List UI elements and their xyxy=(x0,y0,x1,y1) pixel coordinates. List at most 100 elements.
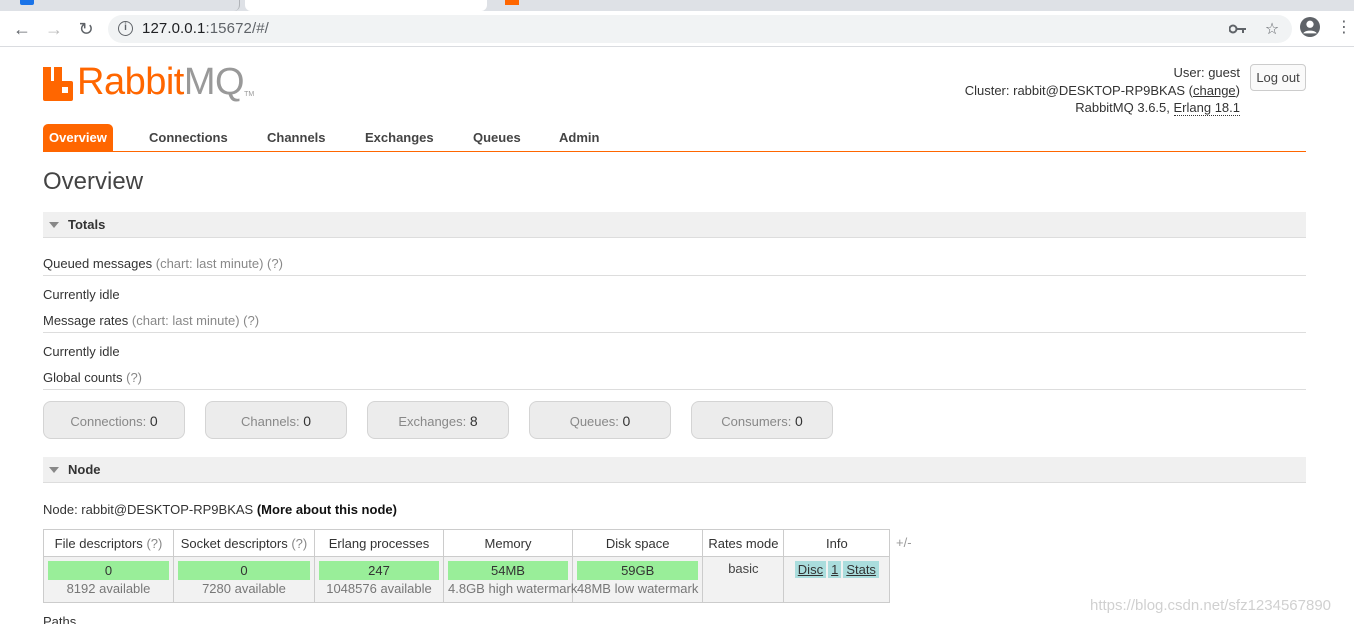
help-link[interactable]: (?) xyxy=(146,536,162,551)
browser-tab-2[interactable] xyxy=(245,0,519,11)
blog-watermark: https://blog.csdn.net/sfz1234567890 xyxy=(1090,597,1332,614)
totals-section-toggle[interactable]: Totals xyxy=(43,212,1306,238)
table-header-row: File descriptors (?) Socket descriptors … xyxy=(43,529,891,557)
key-icon[interactable] xyxy=(1228,19,1248,39)
th-label: File descriptors xyxy=(54,535,143,551)
main-tabs: Overview Connections Channels Exchanges … xyxy=(43,124,1306,152)
count-label: Exchanges: xyxy=(398,414,467,429)
browser-tab-1[interactable] xyxy=(0,0,240,11)
th-label: Socket descriptors xyxy=(180,535,288,551)
table-row: 0 8192 available 0 7280 available 247 10485… xyxy=(43,556,891,603)
sd-usage-bar: 0 xyxy=(178,561,310,580)
memory-watermark: 4.8GB high watermark xyxy=(448,581,578,596)
rates-idle-text: Currently idle xyxy=(43,344,120,359)
tab-admin[interactable]: Admin xyxy=(553,124,605,152)
global-counts-header: Global counts (?) xyxy=(43,370,1306,390)
queued-messages-chart-link[interactable]: (chart: last minute) (?) xyxy=(156,256,283,271)
message-rates-header: Message rates (chart: last minute) (?) xyxy=(43,313,1306,333)
ep-usage-bar: 247 xyxy=(319,561,439,580)
logo-trademark: TM xyxy=(244,91,255,98)
count-label: Queues: xyxy=(569,414,619,429)
back-arrow-icon[interactable]: ← xyxy=(10,17,34,41)
node-name-line: Node: rabbit@DESKTOP-RP9BKAS (More about… xyxy=(43,502,397,517)
disk-watermark: 48MB low watermark xyxy=(577,581,699,596)
node-heading: Node xyxy=(68,462,101,477)
more-about-node-link[interactable]: (More about this node) xyxy=(257,502,397,517)
cell-memory: 54MB 4.8GB high watermark xyxy=(443,556,577,603)
cell-file-descriptors: 0 8192 available xyxy=(43,556,174,603)
url-text: 127.0.0.1:15672/#/ xyxy=(142,20,269,37)
help-link[interactable]: (?) xyxy=(291,536,307,551)
totals-heading: Totals xyxy=(68,217,106,232)
channels-count-button[interactable]: Channels: 0 xyxy=(205,401,347,439)
cell-socket-descriptors: 0 7280 available xyxy=(173,556,315,603)
th-disk-space: Disk space xyxy=(571,529,704,557)
info-disc-chip[interactable]: Disc xyxy=(794,561,827,578)
reload-icon[interactable]: ↻ xyxy=(74,17,98,41)
url-path: :15672/#/ xyxy=(205,20,269,37)
user-info: User: guest Cluster: rabbit@DESKTOP-RP9B… xyxy=(964,65,1240,116)
node-name: Node: rabbit@DESKTOP-RP9BKAS xyxy=(43,502,254,517)
logo-rabbit-text: Rabbit xyxy=(77,61,184,103)
memory-usage-bar: 54MB xyxy=(448,561,568,580)
ep-available: 1048576 available xyxy=(326,581,432,596)
node-stats-table: File descriptors (?) Socket descriptors … xyxy=(43,529,891,603)
queued-messages-header: Queued messages (chart: last minute) (?) xyxy=(43,256,1306,276)
tab-exchanges[interactable]: Exchanges xyxy=(359,124,440,152)
global-counts-help[interactable]: (?) xyxy=(126,370,142,385)
cell-disk-space: 59GB 48MB low watermark xyxy=(571,556,704,603)
tab-overview[interactable]: Overview xyxy=(43,124,113,152)
url-host: 127.0.0.1 xyxy=(142,20,206,37)
queued-idle-text: Currently idle xyxy=(43,287,120,302)
count-label: Channels: xyxy=(241,414,300,429)
count-value: 0 xyxy=(149,413,158,429)
count-label: Consumers: xyxy=(721,414,792,429)
rabbitmq-logo[interactable]: RabbitMQ TM xyxy=(43,63,254,101)
th-memory: Memory xyxy=(443,529,573,557)
cell-rates-mode: basic xyxy=(702,556,785,603)
logo-mq-text: MQ xyxy=(183,61,245,103)
toggle-columns-button[interactable]: +/- xyxy=(896,535,912,550)
fd-available: 8192 available xyxy=(66,581,151,596)
th-info: Info xyxy=(783,529,891,557)
cell-info: Disc 1 Stats xyxy=(783,556,891,603)
cell-erlang-processes: 247 1048576 available xyxy=(314,556,444,603)
erlang-version[interactable]: Erlang 18.1 xyxy=(1173,100,1240,116)
info-count-chip[interactable]: 1 xyxy=(828,561,842,578)
fd-usage-bar: 0 xyxy=(48,561,169,580)
count-value: 8 xyxy=(469,413,478,429)
message-rates-chart-link[interactable]: (chart: last minute) (?) xyxy=(132,313,259,328)
info-stats-chip[interactable]: Stats xyxy=(843,561,879,578)
star-icon[interactable]: ☆ xyxy=(1262,19,1282,39)
profile-avatar-icon[interactable] xyxy=(1300,17,1320,37)
queued-messages-label: Queued messages xyxy=(43,256,153,271)
paths-heading: Paths xyxy=(43,614,77,624)
tab-channels[interactable]: Channels xyxy=(261,124,332,152)
collapse-triangle-icon xyxy=(49,467,59,473)
rabbitmq-favicon-icon xyxy=(505,0,519,5)
node-section-toggle[interactable]: Node xyxy=(43,457,1306,483)
th-erlang-processes: Erlang processes xyxy=(314,529,444,557)
th-file-descriptors: File descriptors (?) xyxy=(43,529,174,557)
th-rates-mode: Rates mode xyxy=(702,529,785,557)
message-rates-label: Message rates xyxy=(43,313,129,328)
change-cluster-link[interactable]: change xyxy=(1193,83,1236,98)
count-value: 0 xyxy=(622,413,631,429)
count-value: 0 xyxy=(303,413,311,429)
address-bar[interactable]: i 127.0.0.1:15672/#/ ☆ xyxy=(108,15,1292,43)
connections-count-button[interactable]: Connections: 0 xyxy=(43,401,185,439)
collapse-triangle-icon xyxy=(49,222,59,228)
rabbit-logo-icon xyxy=(43,67,73,101)
site-info-icon[interactable]: i xyxy=(118,21,133,36)
queues-count-button[interactable]: Queues: 0 xyxy=(529,401,671,439)
consumers-count-button[interactable]: Consumers: 0 xyxy=(691,401,833,439)
global-counts-label: Global counts xyxy=(43,370,123,385)
forward-arrow-icon[interactable]: → xyxy=(42,17,66,41)
th-socket-descriptors: Socket descriptors (?) xyxy=(173,529,315,557)
tab-connections[interactable]: Connections xyxy=(143,124,234,152)
tab-queues[interactable]: Queues xyxy=(467,124,527,152)
exchanges-count-button[interactable]: Exchanges: 8 xyxy=(367,401,509,439)
menu-dots-icon[interactable]: ⋮ xyxy=(1334,17,1354,37)
logout-button[interactable]: Log out xyxy=(1250,64,1306,91)
rabbitmq-version: RabbitMQ 3.6.5, xyxy=(1075,100,1170,115)
